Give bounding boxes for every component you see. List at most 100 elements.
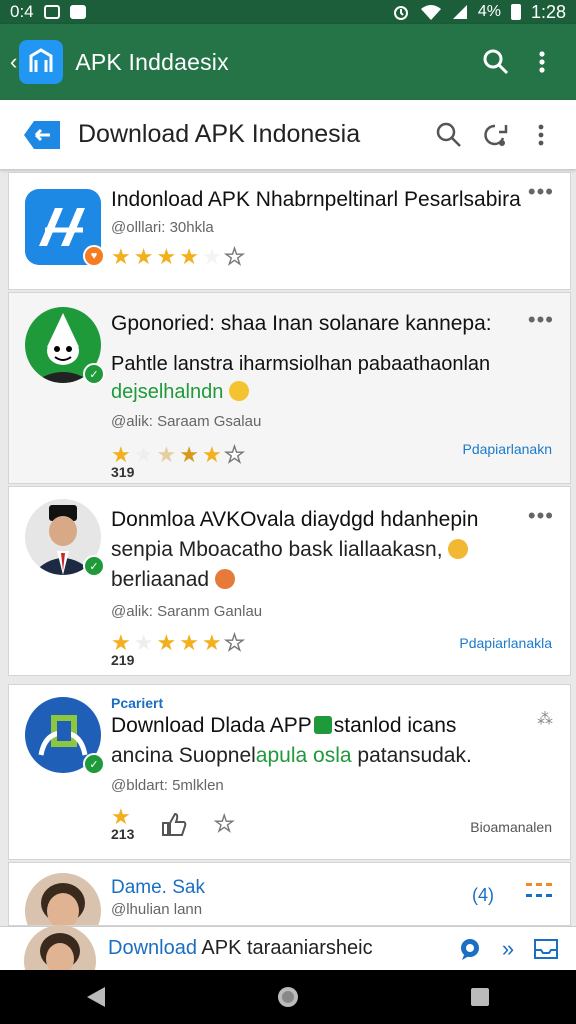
- post-body: senpia Mboacatho bask liallaakasn,: [111, 538, 443, 561]
- overflow-menu-button[interactable]: [524, 44, 560, 80]
- star-outline-icon: ★: [214, 811, 235, 836]
- post-card[interactable]: ✓ Pcariert Download Dlada APP stanlod ica…: [8, 684, 571, 860]
- compose-prefix: Download: [108, 937, 197, 959]
- star-icon: ★: [156, 630, 177, 655]
- post-card[interactable]: ♥ Indonload APK Nhabrnpeltinarl Pesarlsa…: [8, 172, 571, 290]
- post-action-link[interactable]: Pdapiarlanakla: [459, 635, 552, 651]
- more-vert-icon: [539, 51, 545, 73]
- notification-icon-2: [69, 5, 86, 19]
- star-icon: ★: [179, 442, 199, 467]
- star-icon: ★: [201, 630, 222, 655]
- post-card[interactable]: Dame. Sak @lhulian lann (4): [8, 862, 571, 926]
- verified-badge-icon: ✓: [83, 753, 105, 775]
- star-icon: ★: [111, 442, 131, 467]
- star-icon: ★: [201, 244, 222, 269]
- share-button[interactable]: [478, 118, 512, 152]
- chat-button[interactable]: [454, 933, 486, 965]
- toolbar-overflow-button[interactable]: [524, 118, 558, 152]
- compose-rest: APK taraaniarsheic: [201, 937, 373, 959]
- battery-icon: [510, 4, 521, 20]
- inbox-button[interactable]: [530, 933, 562, 965]
- post-body-highlight: apula osla: [255, 744, 352, 767]
- more-options-icon[interactable]: •••: [528, 307, 554, 333]
- inbox-icon: [534, 938, 558, 959]
- post-card[interactable]: ✓ Donmloa AVKOvala diaydgd hdanhepin sen…: [8, 486, 571, 676]
- forward-button[interactable]: »: [492, 933, 524, 965]
- double-chevron-icon: »: [501, 935, 515, 961]
- more-options-icon[interactable]: •••: [528, 179, 554, 205]
- badge-icon: ♥: [83, 245, 105, 267]
- post-body: ancina Suopnel: [111, 744, 256, 767]
- favorite-button[interactable]: ★: [214, 811, 235, 836]
- verified-badge-icon: ✓: [83, 363, 105, 385]
- star-rating: ★: [111, 806, 134, 828]
- bottom-compose-bar: Download APK taraaniarsheic »: [0, 924, 576, 997]
- alarm-icon: [393, 6, 408, 20]
- like-icon[interactable]: [160, 811, 188, 837]
- emoji-icon: [228, 381, 249, 401]
- toolbar-search-button[interactable]: [432, 118, 466, 152]
- app-logo: [19, 40, 64, 84]
- post-meta: @olllari: 30hkla: [111, 219, 214, 236]
- post-body-line: ancina Suopnelapula osla patansudak.: [111, 741, 554, 771]
- comment-count: (4): [472, 885, 494, 905]
- star-rating: ★ ★ ★ ★ ★ ★: [111, 244, 554, 269]
- post-title-line: Download Dlada APP stanlod icans: [111, 711, 554, 741]
- nav-home-button[interactable]: [268, 977, 308, 1017]
- system-nav-bar: [0, 970, 576, 1024]
- star-outline-icon: ★: [224, 442, 245, 467]
- battery-text: 4%: [477, 3, 501, 20]
- post-action-link[interactable]: Bioamanalen: [470, 819, 552, 835]
- star-icon: ★: [133, 442, 154, 467]
- post-meta: @bldart: 5mlklen: [111, 777, 224, 794]
- app-badge-icon: [313, 716, 332, 734]
- star-icon: ★: [111, 804, 131, 829]
- post-card[interactable]: ✓ Gponoried: shaa Inan solanare kannepa:…: [8, 292, 571, 484]
- verified-badge-icon: ✓: [83, 555, 105, 577]
- app-title: APK Inddaesix: [75, 48, 229, 75]
- post-body-line2: berliaanad: [111, 565, 554, 595]
- nav-back-button[interactable]: [76, 977, 116, 1017]
- signal-icon: [452, 5, 467, 19]
- notification-icon: [43, 5, 60, 19]
- rating-count: 213: [111, 826, 135, 842]
- chat-bubble-icon: [461, 938, 479, 960]
- post-body-line1: senpia Mboacatho bask liallaakasn,: [111, 535, 554, 565]
- post-action-link[interactable]: Pdapiarlanakn: [462, 441, 552, 457]
- star-icon: ★: [179, 244, 199, 269]
- compose-text[interactable]: Download APK taraaniarsheic: [108, 937, 448, 960]
- post-body-tail: berliaanad: [111, 568, 210, 591]
- post-meta: @alik: Saraam Gsalau: [111, 413, 262, 430]
- status-bar: 0:4 4% 1:28: [0, 0, 576, 24]
- more-options-icon[interactable]: ⁂: [537, 709, 554, 729]
- menu-icon[interactable]: [526, 883, 552, 897]
- recents-square-icon: [471, 988, 489, 1006]
- section-toolbar: Download APK Indonesia: [0, 100, 576, 170]
- clock: 1:28: [530, 1, 566, 22]
- section-title: Download APK Indonesia: [78, 120, 361, 148]
- star-outline-icon: ★: [224, 244, 245, 269]
- star-icon: ★: [133, 630, 154, 655]
- star-icon: ★: [156, 442, 177, 467]
- app-icon: ✓: [25, 697, 105, 775]
- app-icon: ♥: [25, 189, 105, 267]
- search-icon: [436, 122, 461, 147]
- back-triangle-icon: [87, 987, 105, 1007]
- emoji-icon: [214, 569, 235, 589]
- emoji-icon: [448, 539, 469, 559]
- download-icon: [20, 116, 64, 154]
- avatar: ✓: [25, 307, 105, 385]
- search-button[interactable]: [478, 44, 514, 80]
- more-options-icon[interactable]: •••: [528, 503, 554, 529]
- nav-recents-button[interactable]: [460, 977, 500, 1017]
- star-icon: ★: [156, 244, 177, 269]
- back-chevron-icon[interactable]: ‹: [10, 49, 17, 75]
- post-body: Pahtle lanstra iharmsiolhan pabaathaonla…: [111, 353, 491, 375]
- star-icon: ★: [133, 244, 154, 269]
- star-icon: ★: [201, 442, 222, 467]
- post-title: Gponoried: shaa Inan solanare kannepa:: [111, 312, 492, 335]
- more-vert-icon: [538, 124, 544, 145]
- post-meta: @alik: Saranm Ganlau: [111, 603, 263, 620]
- wifi-icon: [420, 5, 441, 20]
- home-circle-icon: [278, 987, 298, 1007]
